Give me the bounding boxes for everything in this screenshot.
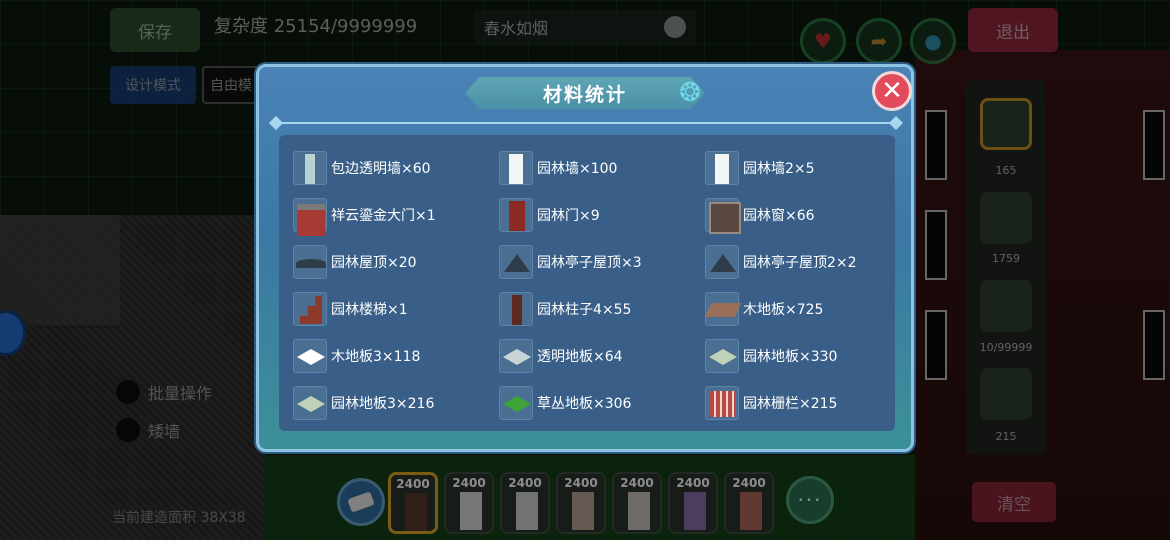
dialog-divider — [281, 122, 891, 126]
list-item: 草丛地板×306 — [499, 384, 631, 422]
item-label: 园林地板3×216 — [331, 396, 435, 412]
glass-floor-icon — [499, 339, 533, 373]
item-label: 透明地板×64 — [537, 349, 623, 365]
garden-wall-icon — [705, 151, 739, 185]
close-icon: ✕ — [881, 76, 903, 106]
gate-icon — [293, 198, 327, 236]
list-item: 园林屋顶×20 — [293, 243, 417, 281]
door-icon — [499, 198, 533, 232]
list-item: 木地板3×118 — [293, 337, 420, 375]
dialog-title: 材料统计 — [542, 83, 627, 106]
item-label: 园林地板×330 — [743, 349, 838, 365]
material-list: 包边透明墙×60 园林墙×100 园林墙2×5 祥云鎏金大门×1 园林门×9 园… — [279, 135, 895, 431]
pavilion-roof-icon — [499, 245, 533, 279]
list-item: 包边透明墙×60 — [293, 149, 431, 187]
close-button[interactable]: ✕ — [872, 71, 912, 111]
item-label: 草丛地板×306 — [537, 396, 632, 412]
fence-icon — [705, 386, 739, 420]
list-item: 园林地板3×216 — [293, 384, 434, 422]
material-stats-dialog: ❂ 材料统计 ❂ ✕ 包边透明墙×60 园林墙×100 园林墙2×5 祥云鎏金大… — [256, 64, 914, 452]
garden-wall-icon — [499, 151, 533, 185]
item-label: 园林亭子屋顶2×2 — [743, 255, 857, 271]
stairs-icon — [293, 292, 327, 326]
list-item: 木地板×725 — [705, 290, 823, 328]
swirl-ornament-icon: ❂ — [679, 78, 701, 108]
dialog-title-banner: 材料统计 — [465, 77, 705, 109]
garden-floor-icon — [293, 386, 327, 420]
list-item: 园林墙×100 — [499, 149, 617, 187]
list-item: 透明地板×64 — [499, 337, 623, 375]
item-label: 园林墙×100 — [537, 161, 618, 177]
item-label: 包边透明墙×60 — [331, 161, 431, 177]
item-label: 木地板3×118 — [331, 349, 421, 365]
list-item: 园林亭子屋顶×3 — [499, 243, 642, 281]
item-label: 园林楼梯×1 — [331, 302, 408, 318]
transparent-wall-icon — [293, 151, 327, 185]
item-label: 园林栅栏×215 — [743, 396, 838, 412]
item-label: 木地板×725 — [743, 302, 824, 318]
list-item: 园林地板×330 — [705, 337, 837, 375]
list-item: 园林柱子4×55 — [499, 290, 631, 328]
window-icon — [705, 198, 741, 234]
list-item: 园林窗×66 — [705, 196, 815, 234]
list-item: 园林栅栏×215 — [705, 384, 837, 422]
item-label: 祥云鎏金大门×1 — [331, 208, 436, 224]
item-label: 园林墙2×5 — [743, 161, 815, 177]
grass-floor-icon — [499, 386, 533, 420]
list-item: 园林亭子屋顶2×2 — [705, 243, 857, 281]
item-label: 园林屋顶×20 — [331, 255, 417, 271]
pillar-icon — [499, 292, 533, 326]
list-item: 园林楼梯×1 — [293, 290, 408, 328]
item-label: 园林窗×66 — [743, 208, 815, 224]
list-item: 园林门×9 — [499, 196, 600, 234]
garden-floor-icon — [705, 339, 739, 373]
list-item: 园林墙2×5 — [705, 149, 815, 187]
item-label: 园林门×9 — [537, 208, 600, 224]
item-label: 园林柱子4×55 — [537, 302, 632, 318]
list-item: 祥云鎏金大门×1 — [293, 196, 436, 236]
item-label: 园林亭子屋顶×3 — [537, 255, 642, 271]
roof-icon — [293, 245, 327, 279]
pavilion-roof-icon — [705, 245, 739, 279]
wood-floor-icon — [705, 292, 739, 326]
white-floor-icon — [293, 339, 327, 373]
